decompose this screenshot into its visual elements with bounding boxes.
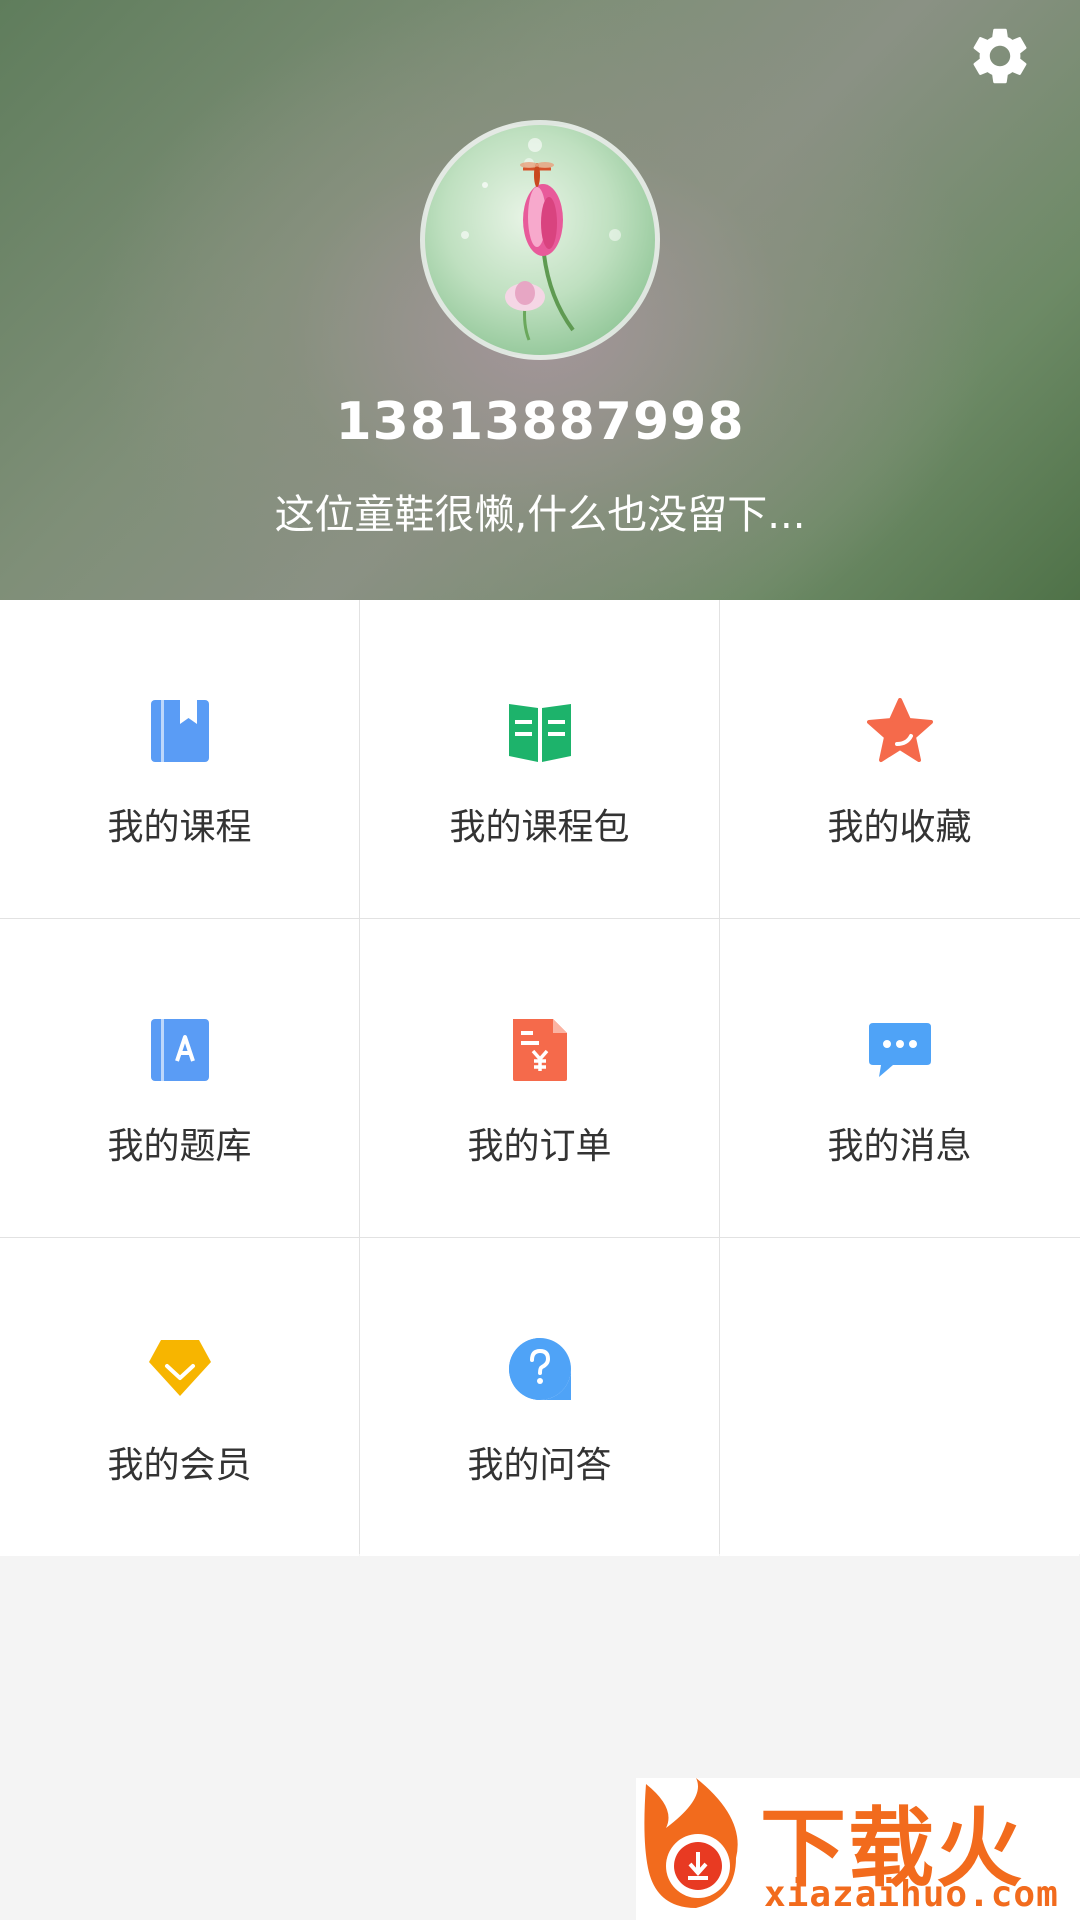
menu-item-my-favorites[interactable]: 我的收藏 (720, 600, 1079, 918)
menu-item-label: 我的收藏 (827, 807, 972, 848)
vip-icon (149, 1340, 211, 1396)
open-book-icon (509, 704, 571, 762)
menu-item-my-qa[interactable]: 我的问答 (360, 1238, 719, 1556)
grid-divider (719, 600, 720, 1554)
message-icon (869, 1023, 931, 1077)
menu-item-my-orders[interactable]: 我的订单 (360, 919, 719, 1237)
watermark-url: xiazaihuo.com (764, 1874, 1059, 1915)
user-phone: 13813887998 (335, 392, 745, 452)
menu-item-label: 我的消息 (827, 1126, 972, 1167)
user-bio: 这位童鞋很懒,什么也没留下... (274, 492, 806, 538)
menu-item-empty (720, 1238, 1079, 1556)
question-bank-icon (151, 1019, 209, 1081)
menu-item-label: 我的会员 (107, 1445, 252, 1486)
menu-item-label: 我的订单 (467, 1126, 612, 1167)
menu-item-my-messages[interactable]: 我的消息 (720, 919, 1079, 1237)
flame-logo-icon (644, 1778, 738, 1908)
order-icon (513, 1019, 567, 1081)
grid-divider (359, 600, 360, 1554)
menu-item-my-question-bank[interactable]: 我的题库 (0, 919, 359, 1237)
watermark-logo: 下载火 xiazaihuo.com (636, 1778, 1080, 1920)
menu-item-my-courses[interactable]: 我的课程 (0, 600, 359, 918)
settings-button[interactable] (966, 22, 1034, 90)
grid-divider (0, 918, 1080, 919)
profile-header: 13813887998 这位童鞋很懒,什么也没留下... (0, 0, 1080, 600)
menu-grid: 我的课程 我的课程包 我的收藏 我的题库 我的订单 我的消息 我的会员 我的问答 (0, 600, 1080, 1556)
question-icon (509, 1338, 571, 1400)
grid-divider (0, 1237, 1080, 1238)
avatar[interactable] (420, 120, 660, 360)
menu-item-my-membership[interactable]: 我的会员 (0, 1238, 359, 1556)
gear-icon (973, 28, 1027, 84)
menu-item-label: 我的课程 (107, 807, 252, 848)
menu-item-my-course-packages[interactable]: 我的课程包 (360, 600, 719, 918)
star-icon (867, 698, 933, 762)
menu-item-label: 我的课程包 (449, 807, 630, 848)
menu-item-label: 我的问答 (467, 1445, 612, 1486)
menu-item-label: 我的题库 (107, 1126, 252, 1167)
avatar-image (461, 138, 621, 341)
book-icon (151, 700, 209, 762)
